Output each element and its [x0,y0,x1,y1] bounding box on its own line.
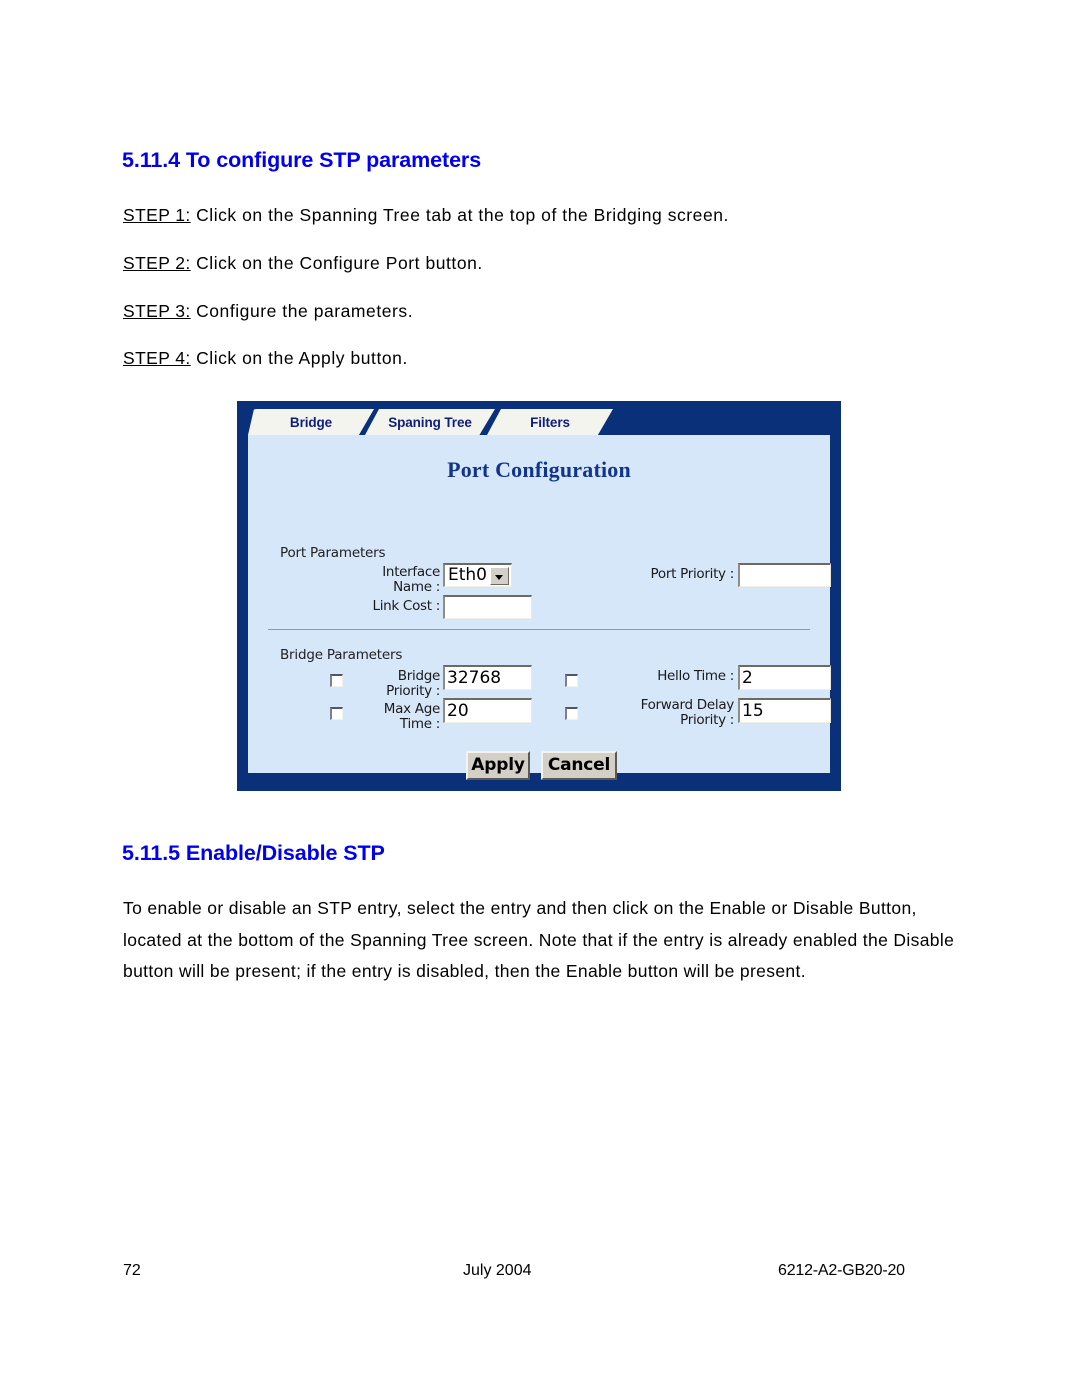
tab-bridge-label: Bridge [289,415,333,430]
forward-delay-checkbox[interactable] [565,707,578,720]
cancel-button[interactable]: Cancel [541,751,617,780]
step-4-text: Click on the Apply button. [190,348,408,368]
interface-name-select[interactable]: Eth0 [443,563,512,587]
link-cost-input[interactable] [443,595,532,619]
step-2: STEP 2: Click on the Configure Port butt… [123,253,483,274]
chevron-down-icon[interactable] [490,567,509,585]
tab-filters[interactable]: Filters [487,409,613,435]
port-priority-label: Port Priority : [650,566,735,582]
bridge-priority-input[interactable]: 32768 [443,665,532,690]
step-1-label: STEP 1: [123,205,191,225]
tab-filters-label: Filters [530,415,570,430]
bridge-parameters-group-label: Bridge Parameters [280,647,403,663]
hello-time-checkbox[interactable] [565,674,578,687]
forward-delay-input[interactable]: 15 [738,698,831,723]
footer-document-code: 6212-A2-GB20-20 [778,1262,905,1279]
section-divider [268,629,810,630]
step-3: STEP 3: Configure the parameters. [123,301,413,322]
step-4: STEP 4: Click on the Apply button. [123,348,408,369]
step-2-label: STEP 2: [123,253,191,273]
port-parameters-group-label: Port Parameters [280,545,386,561]
port-priority-input[interactable] [738,563,831,587]
port-configuration-screenshot: Bridge Spaning Tree Filters Port Configu… [237,401,841,791]
section-heading-5-11-5: 5.11.5 Enable/Disable STP [122,841,385,865]
interface-name-value: Eth0 [448,565,487,585]
section-heading-5-11-4: 5.11.4 To configure STP parameters [122,148,482,172]
apply-button[interactable]: Apply [466,751,530,780]
step-3-label: STEP 3: [123,301,191,321]
tab-bridge[interactable]: Bridge [248,409,374,435]
document-page: 5.11.4 To configure STP parameters STEP … [0,0,1080,1397]
link-cost-label: Link Cost : [372,598,441,614]
bridge-priority-label: Bridge Priority : [386,668,440,699]
interface-name-label: Interface Name : [382,564,440,595]
step-1-text: Click on the Spanning Tree tab at the to… [190,205,729,225]
port-configuration-panel: Port Configuration Port Parameters Inter… [248,435,831,780]
tab-spanning-tree-label: Spaning Tree [388,415,472,430]
step-4-label: STEP 4: [123,348,191,368]
footer-date: July 2004 [463,1262,532,1279]
enable-disable-stp-paragraph: To enable or disable an STP entry, selec… [123,898,955,981]
tab-strip: Bridge Spaning Tree Filters [237,401,841,435]
step-3-text: Configure the parameters. [190,301,414,321]
hello-time-label: Hello Time : [657,668,734,684]
forward-delay-label: Forward Delay Priority : [640,697,735,728]
hello-time-input[interactable]: 2 [738,665,831,690]
step-2-text: Click on the Configure Port button. [190,253,483,273]
tab-spanning-tree[interactable]: Spaning Tree [365,409,495,435]
max-age-time-input[interactable]: 20 [443,698,532,723]
max-age-time-label: Max Age Time : [383,701,441,732]
footer-page-number: 72 [123,1262,141,1279]
panel-title: Port Configuration [447,457,631,482]
step-1: STEP 1: Click on the Spanning Tree tab a… [123,205,729,226]
